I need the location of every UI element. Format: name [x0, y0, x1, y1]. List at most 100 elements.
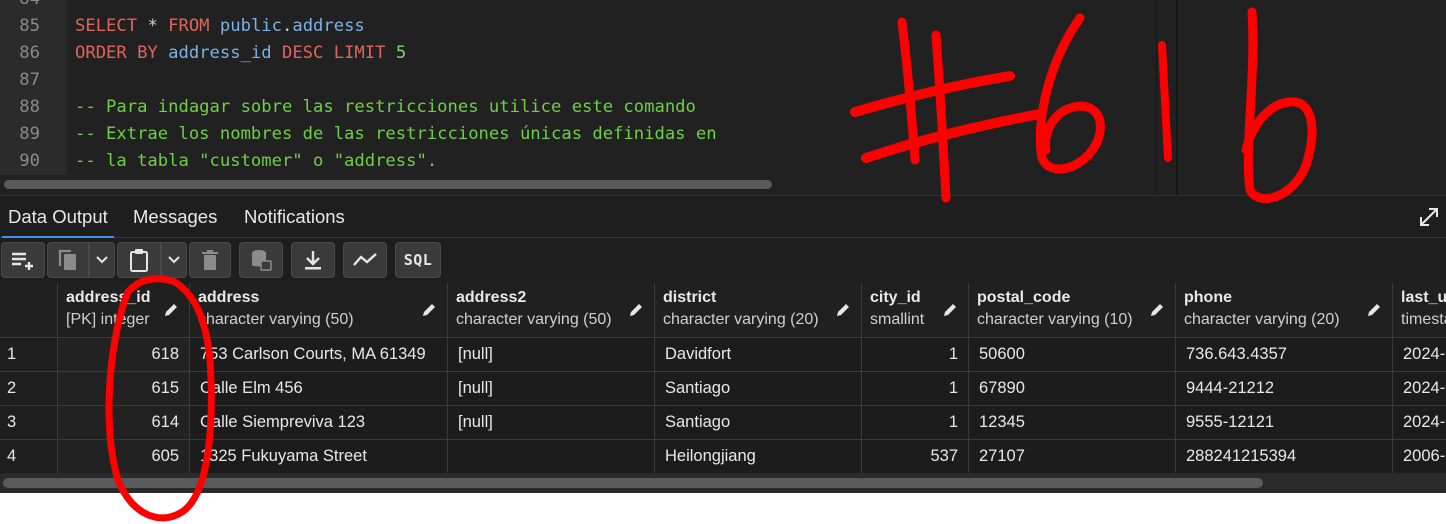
cell-city-id[interactable]: 1: [862, 406, 969, 440]
cell-district[interactable]: Santiago: [655, 372, 862, 406]
cell-address[interactable]: 1325 Fukuyama Street: [190, 440, 448, 473]
cell-phone[interactable]: 736.643.4357: [1176, 338, 1393, 372]
line-number: 90: [19, 151, 40, 171]
cell-district[interactable]: Santiago: [655, 406, 862, 440]
cell-postal-code[interactable]: 67890: [969, 372, 1176, 406]
cell-last-update[interactable]: 2006-0: [1393, 440, 1446, 473]
cell-city-id[interactable]: 537: [862, 440, 969, 473]
cell-phone[interactable]: 9444-21212: [1176, 372, 1393, 406]
column-name: district: [663, 289, 717, 306]
cell-last-update[interactable]: 2024-0: [1393, 338, 1446, 372]
code-text: -- Para indagar sobre las restricciones …: [75, 94, 696, 121]
tab-messages[interactable]: Messages: [127, 196, 223, 238]
pencil-icon[interactable]: [942, 302, 958, 318]
paste-button[interactable]: [117, 242, 161, 278]
pencil-icon[interactable]: [1366, 302, 1382, 318]
line-number: 84: [0, 0, 40, 13]
paste-options-button[interactable]: [161, 242, 187, 278]
cell-address2[interactable]: [null]: [448, 406, 655, 440]
cell-last-update[interactable]: 2024-0: [1393, 406, 1446, 440]
pencil-icon[interactable]: [163, 302, 179, 318]
sql-button[interactable]: SQL: [395, 242, 441, 278]
row-number[interactable]: 3: [0, 406, 58, 440]
tab-notifications[interactable]: Notifications: [238, 196, 351, 238]
row-number[interactable]: 2: [0, 372, 58, 406]
cell-address-id[interactable]: 618: [58, 338, 190, 372]
code-line: 85 SELECT * FROM public.address: [0, 13, 1156, 40]
code-text: ORDER BY address_id DESC LIMIT 5: [75, 40, 406, 67]
graph-icon: [353, 253, 377, 266]
chevron-down-icon: [168, 256, 180, 264]
code-token: SELECT: [75, 16, 138, 36]
column-header-address[interactable]: address character varying (50): [190, 283, 448, 338]
cell-city-id[interactable]: 1: [862, 372, 969, 406]
column-name: last_update: [1401, 289, 1446, 306]
delete-button[interactable]: [189, 242, 231, 278]
graph-visualiser-button[interactable]: [343, 242, 387, 278]
data-grid[interactable]: address_id [PK] integer address character v…: [0, 283, 1446, 473]
download-button[interactable]: [291, 242, 335, 278]
copy-options-button[interactable]: [89, 242, 115, 278]
delete-icon: [202, 250, 218, 270]
grid-horizontal-scrollbar[interactable]: [0, 473, 1446, 493]
cell-address2[interactable]: [null]: [448, 372, 655, 406]
code-token: -- Para indagar sobre las restricciones …: [75, 97, 696, 117]
cell-postal-code[interactable]: 50600: [969, 338, 1176, 372]
copy-button[interactable]: [47, 242, 89, 278]
code-line: 89 -- Extrae los nombres de las restricci…: [0, 121, 1156, 148]
cell-postal-code[interactable]: 27107: [969, 440, 1176, 473]
code-token: *: [137, 16, 169, 36]
column-type: character varying (20): [1184, 311, 1340, 328]
column-name: address: [198, 289, 260, 306]
cell-address[interactable]: Calle Siempreviva 123: [190, 406, 448, 440]
code-text: -- Extrae los nombres de las restriccion…: [75, 121, 717, 148]
chevron-down-icon: [96, 256, 108, 264]
editor-side-pane: [1156, 0, 1446, 195]
cell-address-id[interactable]: 614: [58, 406, 190, 440]
column-header-address2[interactable]: address2 character varying (50): [448, 283, 655, 338]
cell-address-id[interactable]: 605: [58, 440, 190, 473]
cell-city-id[interactable]: 1: [862, 338, 969, 372]
pencil-icon[interactable]: [835, 302, 851, 318]
code-line: 84: [0, 0, 1156, 13]
editor-horizontal-scrollbar[interactable]: [0, 175, 1156, 195]
cell-address2[interactable]: [448, 440, 655, 473]
pane-divider[interactable]: [1176, 0, 1178, 195]
code-text: SELECT * FROM public.address: [75, 13, 365, 40]
cell-district[interactable]: Davidfort: [655, 338, 862, 372]
cell-address[interactable]: 753 Carlson Courts, MA 61349: [190, 338, 448, 372]
row-number[interactable]: 1: [0, 338, 58, 372]
save-data-icon: [252, 250, 272, 271]
grid-scroll-thumb[interactable]: [3, 478, 1263, 488]
row-number[interactable]: 4: [0, 440, 58, 473]
cell-postal-code[interactable]: 12345: [969, 406, 1176, 440]
pencil-icon[interactable]: [421, 302, 437, 318]
cell-address-id[interactable]: 615: [58, 372, 190, 406]
column-header-phone[interactable]: phone character varying (20): [1176, 283, 1393, 338]
cell-phone[interactable]: 9555-12121: [1176, 406, 1393, 440]
column-header-address-id[interactable]: address_id [PK] integer: [58, 283, 190, 338]
column-name: postal_code: [977, 289, 1071, 306]
column-header-city-id[interactable]: city_id smallint: [862, 283, 969, 338]
column-header-last-update[interactable]: last_update timestamp: [1393, 283, 1446, 338]
cell-last-update[interactable]: 2024-0: [1393, 372, 1446, 406]
cell-phone[interactable]: 288241215394: [1176, 440, 1393, 473]
cell-address[interactable]: Calle Elm 456: [190, 372, 448, 406]
line-number: 89: [19, 124, 40, 144]
line-number: 86: [19, 43, 40, 63]
expand-icon[interactable]: [1418, 206, 1440, 228]
save-data-button[interactable]: [239, 242, 283, 278]
cell-address2[interactable]: [null]: [448, 338, 655, 372]
column-header-postal-code[interactable]: postal_code character varying (10): [969, 283, 1176, 338]
editor-scroll-thumb[interactable]: [4, 180, 772, 189]
query-editor[interactable]: 84 85 SELECT * FROM public.address 86 ORDER …: [0, 0, 1156, 195]
column-header-district[interactable]: district character varying (20): [655, 283, 862, 338]
tab-data-output[interactable]: Data Output: [2, 196, 114, 238]
data-output-toolbar: SQL: [0, 238, 1446, 283]
grid-corner[interactable]: [0, 283, 58, 338]
pencil-icon[interactable]: [1149, 302, 1165, 318]
add-row-button[interactable]: [1, 242, 45, 278]
pencil-icon[interactable]: [628, 302, 644, 318]
output-tabs: Data Output Messages Notifications: [0, 195, 1446, 238]
cell-district[interactable]: Heilongjiang: [655, 440, 862, 473]
